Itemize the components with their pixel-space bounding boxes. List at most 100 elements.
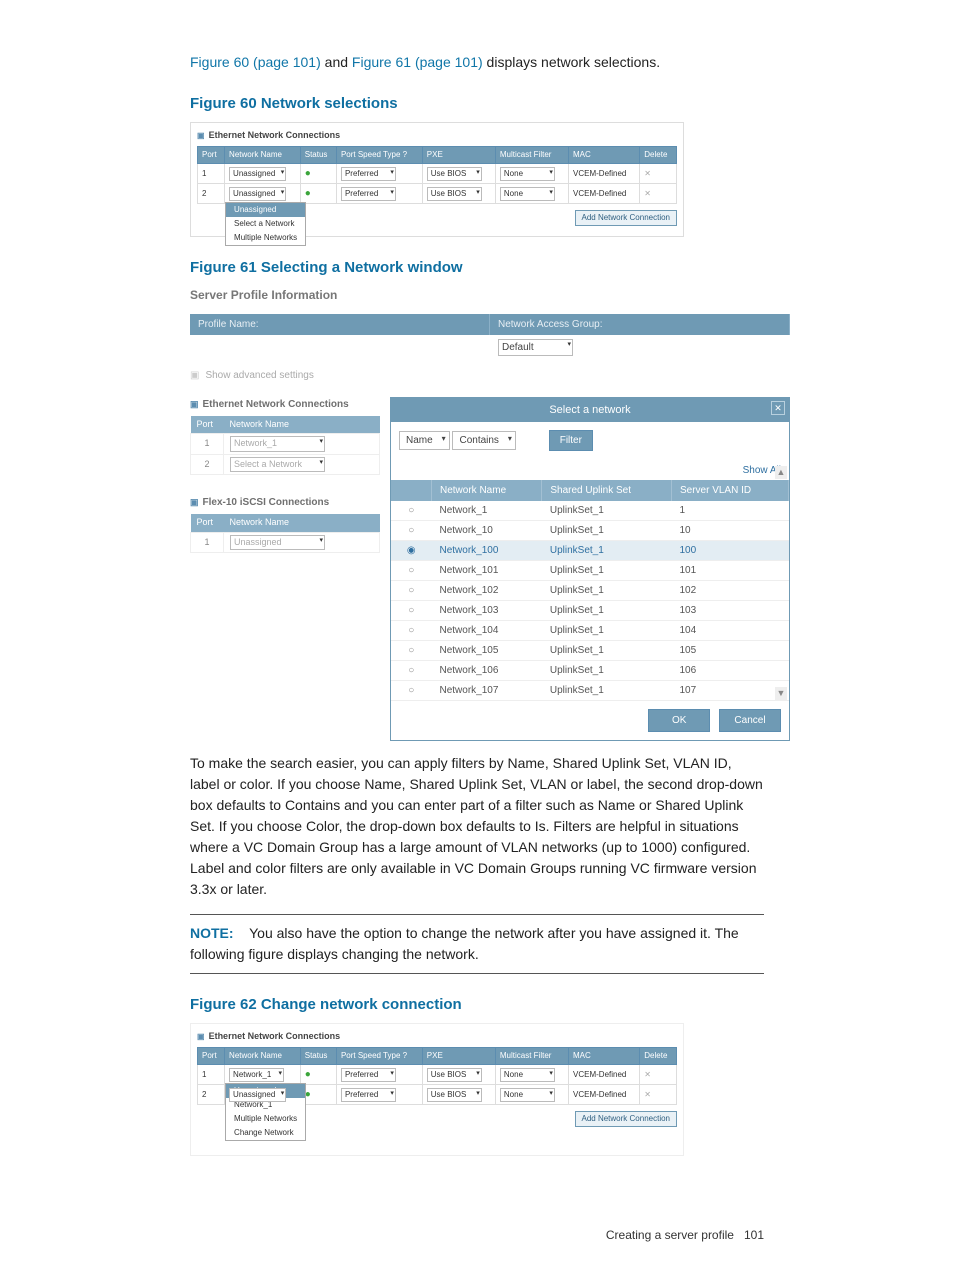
radio-icon[interactable] bbox=[408, 585, 414, 596]
network-name-dropdown[interactable]: Unassigned bbox=[229, 1088, 286, 1102]
filter-cell[interactable]: None bbox=[495, 1065, 568, 1085]
delete-cell[interactable] bbox=[640, 164, 677, 184]
delete-cell[interactable] bbox=[640, 184, 677, 204]
pxe-cell[interactable]: Use BIOS bbox=[422, 164, 495, 184]
col-server-vlan-id: Server VLAN ID bbox=[671, 480, 788, 501]
dropdown-option[interactable]: Multiple Networks bbox=[226, 1112, 305, 1126]
speed-cell[interactable]: Preferred bbox=[336, 184, 422, 204]
filter-button[interactable]: Filter bbox=[549, 430, 593, 451]
scroll-up-icon[interactable]: ▲ bbox=[775, 466, 787, 480]
nag-dropdown[interactable]: Default bbox=[498, 339, 573, 356]
network-row[interactable]: Network_103UplinkSet_1103 bbox=[391, 601, 789, 621]
delete-cell[interactable] bbox=[640, 1085, 677, 1105]
multicast-dropdown[interactable]: None bbox=[500, 167, 555, 181]
network-dropdown[interactable]: Unassigned bbox=[230, 535, 325, 551]
body-paragraph: To make the search easier, you can apply… bbox=[60, 753, 894, 900]
pxe-cell[interactable]: Use BIOS bbox=[422, 184, 495, 204]
filter-cell[interactable]: None bbox=[495, 1085, 568, 1105]
status-cell bbox=[300, 184, 336, 204]
scroll-down-icon[interactable]: ▼ bbox=[775, 687, 787, 701]
dropdown-option[interactable]: Change Network bbox=[226, 1126, 305, 1140]
network-access-group-value[interactable]: Default bbox=[490, 335, 790, 360]
profile-name-value[interactable] bbox=[190, 335, 490, 360]
ok-button[interactable]: OK bbox=[648, 709, 710, 732]
network-row[interactable]: Network_100UplinkSet_1100 bbox=[391, 541, 789, 561]
status-ok-icon bbox=[305, 169, 311, 178]
show-advanced-settings[interactable]: Show advanced settings bbox=[190, 368, 790, 383]
network-name-dropdown[interactable]: Network_1 bbox=[229, 1068, 284, 1082]
col-network-name: Network Name bbox=[432, 480, 542, 501]
pxe-dropdown[interactable]: Use BIOS bbox=[427, 1088, 482, 1102]
table-row: 1 Unassigned bbox=[191, 532, 380, 553]
radio-icon[interactable] bbox=[408, 645, 414, 656]
filter-cell[interactable]: None bbox=[495, 164, 568, 184]
port-speed-dropdown[interactable]: Preferred bbox=[341, 167, 396, 181]
multicast-dropdown[interactable]: None bbox=[500, 1068, 555, 1082]
delete-icon[interactable] bbox=[644, 189, 651, 198]
network-name-cell: Network_105 bbox=[432, 641, 542, 661]
table-row: 1 Network_1 Unassigned Network_1 Multipl… bbox=[198, 1065, 677, 1085]
delete-cell[interactable] bbox=[640, 1065, 677, 1085]
filter-field-dropdown[interactable]: Name bbox=[399, 431, 450, 450]
col-network-name: Network Name bbox=[224, 514, 380, 532]
port-cell: 1 bbox=[198, 164, 225, 184]
filter-row: Name Contains Filter bbox=[391, 422, 789, 459]
network-name-cell[interactable]: Unassigned bbox=[225, 164, 301, 184]
network-name-cell[interactable]: Unassigned Unassigned Select a Network M… bbox=[225, 184, 301, 204]
radio-icon[interactable] bbox=[408, 685, 414, 696]
multicast-dropdown[interactable]: None bbox=[500, 187, 555, 201]
radio-icon[interactable] bbox=[408, 625, 414, 636]
network-row[interactable]: Network_106UplinkSet_1106 bbox=[391, 661, 789, 681]
network-row[interactable]: Network_101UplinkSet_1101 bbox=[391, 561, 789, 581]
multicast-dropdown[interactable]: None bbox=[500, 1088, 555, 1102]
network-name-dropdown-list[interactable]: Unassigned Select a Network Multiple Net… bbox=[225, 202, 306, 246]
speed-cell[interactable]: Preferred bbox=[336, 1085, 422, 1105]
link-fig61[interactable]: Figure 61 (page 101) bbox=[352, 54, 483, 70]
mac-cell: VCEM-Defined bbox=[569, 164, 640, 184]
radio-icon[interactable] bbox=[408, 565, 414, 576]
network-name-cell[interactable]: Select a Network bbox=[224, 454, 380, 475]
speed-cell[interactable]: Preferred bbox=[336, 164, 422, 184]
pxe-dropdown[interactable]: Use BIOS bbox=[427, 187, 482, 201]
add-network-connection-button[interactable]: Add Network Connection bbox=[575, 1111, 678, 1127]
dropdown-option[interactable]: Multiple Networks bbox=[226, 231, 305, 245]
network-name-cell[interactable]: Network_1 Unassigned Network_1 Multiple … bbox=[225, 1065, 301, 1085]
add-network-connection-button[interactable]: Add Network Connection bbox=[575, 210, 678, 226]
filter-cell[interactable]: None bbox=[495, 184, 568, 204]
network-dropdown[interactable]: Network_1 bbox=[230, 436, 325, 452]
port-speed-dropdown[interactable]: Preferred bbox=[341, 1068, 396, 1082]
radio-icon[interactable] bbox=[408, 505, 414, 516]
pxe-dropdown[interactable]: Use BIOS bbox=[427, 1068, 482, 1082]
radio-icon[interactable] bbox=[408, 605, 414, 616]
radio-icon[interactable] bbox=[407, 545, 416, 556]
network-row[interactable]: Network_104UplinkSet_1104 bbox=[391, 621, 789, 641]
close-icon[interactable]: ✕ bbox=[771, 401, 785, 415]
radio-icon[interactable] bbox=[408, 665, 414, 676]
network-row[interactable]: Network_1UplinkSet_11 bbox=[391, 501, 789, 521]
delete-icon[interactable] bbox=[644, 1090, 651, 1099]
dropdown-option[interactable]: Unassigned bbox=[226, 203, 305, 217]
network-dropdown[interactable]: Select a Network bbox=[230, 457, 325, 473]
network-name-dropdown[interactable]: Unassigned bbox=[229, 187, 286, 201]
radio-icon[interactable] bbox=[408, 525, 414, 536]
status-ok-icon bbox=[305, 1070, 311, 1079]
cancel-button[interactable]: Cancel bbox=[719, 709, 781, 732]
network-name-cell[interactable]: Unassigned bbox=[224, 532, 380, 553]
delete-icon[interactable] bbox=[644, 1070, 651, 1079]
pxe-cell[interactable]: Use BIOS bbox=[422, 1085, 495, 1105]
network-name-dropdown[interactable]: Unassigned bbox=[229, 167, 286, 181]
pxe-cell[interactable]: Use BIOS bbox=[422, 1065, 495, 1085]
speed-cell[interactable]: Preferred bbox=[336, 1065, 422, 1085]
filter-operator-dropdown[interactable]: Contains bbox=[452, 431, 515, 450]
network-row[interactable]: Network_105UplinkSet_1105 bbox=[391, 641, 789, 661]
link-fig60[interactable]: Figure 60 (page 101) bbox=[190, 54, 321, 70]
port-speed-dropdown[interactable]: Preferred bbox=[341, 1088, 396, 1102]
delete-icon[interactable] bbox=[644, 169, 651, 178]
network-name-cell[interactable]: Network_1 bbox=[224, 434, 380, 455]
dropdown-option[interactable]: Select a Network bbox=[226, 217, 305, 231]
network-row[interactable]: Network_107UplinkSet_1107 bbox=[391, 681, 789, 701]
network-row[interactable]: Network_102UplinkSet_1102 bbox=[391, 581, 789, 601]
network-row[interactable]: Network_10UplinkSet_110 bbox=[391, 521, 789, 541]
port-speed-dropdown[interactable]: Preferred bbox=[341, 187, 396, 201]
pxe-dropdown[interactable]: Use BIOS bbox=[427, 167, 482, 181]
